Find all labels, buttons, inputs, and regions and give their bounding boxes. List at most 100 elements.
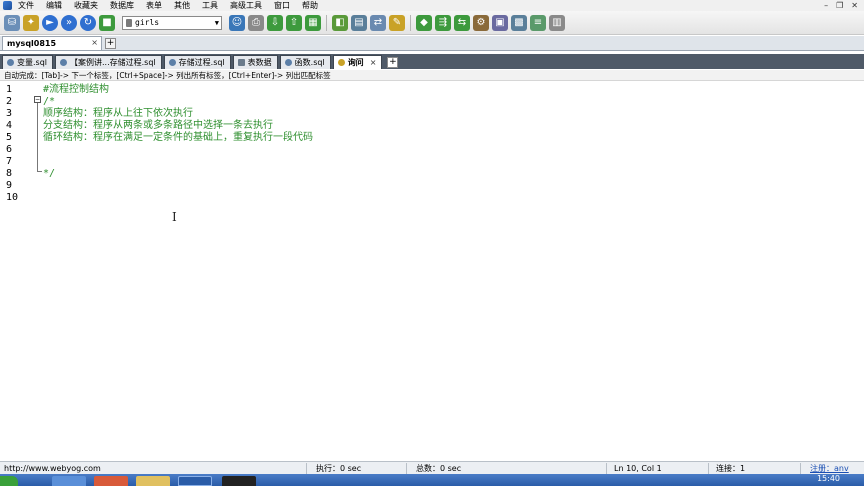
tab-stored-procedure[interactable]: 存储过程.sql: [163, 55, 231, 69]
taskbar-app-folder[interactable]: [136, 476, 170, 486]
taskbar-clock: 15:40: [816, 474, 840, 483]
status-bar: http://www.webyog.com 执行：0 sec 总数：0 sec …: [0, 461, 864, 474]
taskbar: 15:40: [0, 474, 864, 486]
autocomplete-hint: 自动完成：[Tab]-> 下一个标签，[Ctrl+Space]-> 列出所有标签…: [0, 70, 864, 81]
status-divider: [800, 463, 801, 474]
connect-icon[interactable]: ⛁: [4, 14, 20, 31]
new-connection-icon[interactable]: ✦: [23, 14, 39, 31]
notes-icon[interactable]: ✎: [389, 14, 405, 31]
editor-line: 2 /*: [0, 96, 864, 108]
taskbar-app-browser[interactable]: [94, 476, 128, 486]
query-builder-icon[interactable]: ▤: [351, 14, 367, 31]
export-icon[interactable]: ⇧: [286, 14, 302, 31]
connection-tab-label: mysql0815: [7, 39, 57, 48]
sync-arrows-icon[interactable]: ⇆: [454, 14, 470, 31]
editor-line: 10: [0, 192, 864, 204]
menu-help[interactable]: 帮助: [296, 0, 324, 11]
line-number: 10: [6, 192, 19, 203]
taskbar-app-terminal[interactable]: [222, 476, 256, 486]
menu-advanced-tools[interactable]: 高级工具: [224, 0, 268, 11]
window-controls: – ❐ ✕: [824, 1, 864, 10]
tab-label: 函数.sql: [294, 58, 325, 67]
import-icon[interactable]: ⇩: [267, 14, 283, 31]
analyzer-icon[interactable]: ≡: [530, 14, 546, 31]
tab-case-procedure[interactable]: 【案例讲...存储过程.sql: [55, 55, 162, 69]
line-number: 6: [6, 144, 13, 155]
tab-query[interactable]: 询问 ×: [332, 55, 383, 69]
menu-favorites[interactable]: 收藏夹: [68, 0, 104, 11]
app-icon[interactable]: [3, 1, 12, 10]
taskbar-app-explorer[interactable]: [52, 476, 86, 486]
add-query-tab-button[interactable]: +: [387, 57, 399, 68]
close-icon[interactable]: ×: [370, 58, 377, 67]
minimize-icon[interactable]: –: [824, 1, 828, 10]
status-divider: [306, 463, 307, 474]
data-sync-icon[interactable]: ⇄: [370, 14, 386, 31]
sql-editor[interactable]: 1 #流程控制结构 2 /* 3 顺序结构：程序从上往下依次执行 4 分支结构：…: [0, 82, 864, 452]
start-button[interactable]: [0, 476, 18, 486]
line-code: 循环结构：程序在满足一定条件的基础上，重复执行一段代码: [43, 132, 313, 143]
toolbar-divider: [410, 14, 411, 31]
sql-file-icon: [7, 59, 14, 66]
sql-file-icon: [168, 59, 176, 66]
line-number: 2: [6, 96, 13, 107]
job-agent-icon[interactable]: ⚙: [473, 14, 489, 31]
line-number: 3: [6, 108, 13, 119]
settings-icon[interactable]: ▥: [549, 14, 565, 31]
schema-designer-icon[interactable]: ◧: [332, 14, 348, 31]
tab-label: 变量.sql: [17, 58, 48, 67]
chevron-down-icon: ▼: [214, 18, 219, 27]
fold-toggle[interactable]: −: [34, 96, 41, 103]
line-code: */: [43, 168, 56, 179]
editor-line: 1 #流程控制结构: [0, 84, 864, 96]
scheduler-icon[interactable]: ▩: [511, 14, 527, 31]
text-cursor-icon: I: [172, 210, 177, 224]
status-divider: [406, 463, 407, 474]
close-icon[interactable]: ✕: [851, 1, 858, 10]
tab-table-data[interactable]: 表数据: [232, 55, 278, 69]
line-number: 1: [6, 84, 13, 95]
menu-bar: 文件 编辑 收藏夹 数据库 表单 其他 工具 高级工具 窗口 帮助 – ❐ ✕: [0, 0, 864, 11]
connection-tab[interactable]: mysql0815 ×: [2, 36, 102, 50]
database-select[interactable]: girls ▼: [122, 15, 222, 30]
editor-line: 8 */: [0, 168, 864, 180]
user-icon[interactable]: ☺: [229, 14, 245, 31]
refresh-icon[interactable]: ↻: [80, 14, 96, 31]
sql-file-icon: [284, 59, 292, 66]
line-number: 4: [6, 120, 13, 131]
formatter-icon[interactable]: ◆: [416, 14, 432, 31]
status-divider: [606, 463, 607, 474]
menu-table[interactable]: 表单: [140, 0, 168, 11]
menu-window[interactable]: 窗口: [268, 0, 296, 11]
taskbar-app-sqlyog[interactable]: [178, 476, 212, 486]
monitor-icon[interactable]: ▣: [492, 14, 508, 31]
line-number: 7: [6, 156, 13, 167]
execute-query-icon[interactable]: ►: [42, 14, 58, 31]
toolbar-divider: [326, 14, 327, 31]
line-number: 9: [6, 180, 13, 191]
menu-edit[interactable]: 编辑: [40, 0, 68, 11]
line-code: 分支结构：程序从两条或多条路径中选择一条去执行: [43, 120, 273, 131]
line-number: 5: [6, 132, 13, 143]
menu-file[interactable]: 文件: [12, 0, 40, 11]
restore-icon[interactable]: ❐: [836, 1, 843, 10]
menu-other[interactable]: 其他: [168, 0, 196, 11]
line-code: #流程控制结构: [43, 84, 110, 95]
stop-icon[interactable]: ■: [99, 14, 115, 31]
menu-database[interactable]: 数据库: [104, 0, 140, 11]
copy-db-icon[interactable]: ⇶: [435, 14, 451, 31]
close-icon[interactable]: ×: [91, 38, 98, 47]
backup-icon[interactable]: ⎙: [248, 14, 264, 31]
tab-functions[interactable]: 函数.sql: [279, 55, 331, 69]
menu-tools[interactable]: 工具: [196, 0, 224, 11]
query-icon: [337, 59, 345, 66]
execute-all-icon[interactable]: »: [61, 14, 77, 31]
table-icon: [237, 59, 245, 66]
tab-label: 存储过程.sql: [178, 58, 225, 67]
tab-label: 询问: [347, 58, 364, 67]
line-code: /*: [43, 96, 56, 107]
add-connection-button[interactable]: +: [105, 38, 116, 49]
table-icon[interactable]: ▦: [305, 14, 321, 31]
toolbar: ⛁ ✦ ► » ↻ ■ girls ▼ ☺ ⎙ ⇩ ⇧ ▦ ◧ ▤ ⇄ ✎ ◆ …: [0, 11, 864, 35]
tab-variables[interactable]: 变量.sql: [2, 55, 54, 69]
